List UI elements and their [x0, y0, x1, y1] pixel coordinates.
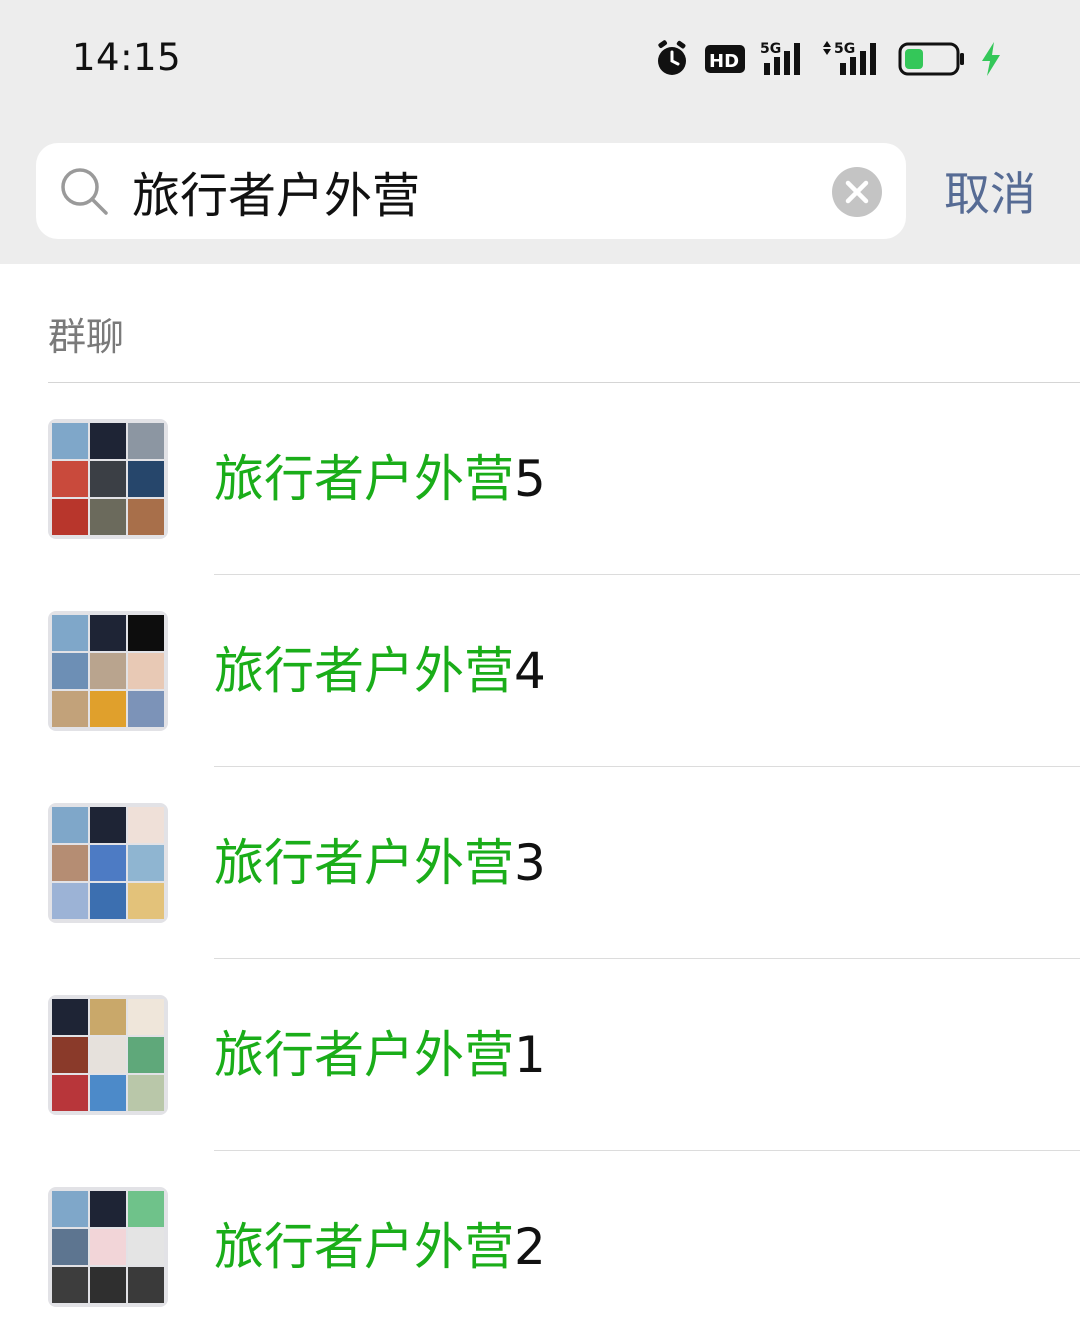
network-label-1: 5G	[760, 41, 781, 57]
group-chat-result[interactable]: 旅行者户外营1	[0, 959, 1080, 1151]
avatar-tile	[128, 999, 164, 1035]
charging-icon	[982, 42, 1000, 76]
name-suffix: 2	[514, 1218, 546, 1276]
avatar-tile	[52, 1075, 88, 1111]
avatar-tile	[52, 1229, 88, 1265]
avatar-tile	[90, 653, 126, 689]
avatar-tile	[90, 1191, 126, 1227]
group-avatar	[48, 995, 168, 1115]
avatar-tile	[90, 999, 126, 1035]
close-icon	[845, 180, 869, 204]
match-highlight: 旅行者户外营	[214, 642, 514, 700]
group-chat-name: 旅行者户外营3	[214, 831, 546, 895]
group-avatar	[48, 611, 168, 731]
avatar-tile	[128, 883, 164, 919]
group-avatar	[48, 419, 168, 539]
group-chat-name: 旅行者户外营2	[214, 1215, 546, 1279]
search-icon	[61, 168, 108, 215]
group-chat-result[interactable]: 旅行者户外营3	[0, 767, 1080, 959]
group-avatar	[48, 803, 168, 923]
avatar-tile	[128, 1229, 164, 1265]
match-highlight: 旅行者户外营	[214, 450, 514, 508]
group-chat-result[interactable]: 旅行者户外营4	[0, 575, 1080, 767]
hd-voice-icon: HD	[705, 45, 745, 73]
avatar-tile	[128, 1267, 164, 1303]
avatar-tile	[90, 1075, 126, 1111]
avatar-tile	[52, 845, 88, 881]
name-suffix: 4	[514, 642, 546, 700]
avatar-tile	[128, 461, 164, 497]
network-label-2: 5G	[834, 41, 855, 57]
group-chat-name: 旅行者户外营4	[214, 639, 546, 703]
search-input[interactable]	[132, 157, 812, 225]
avatar-tile	[90, 845, 126, 881]
status-time: 14:15	[72, 36, 182, 79]
section-label-group-chats: 群聊	[48, 315, 125, 359]
group-chat-result[interactable]: 旅行者户外营2	[0, 1151, 1080, 1343]
group-avatar	[48, 1187, 168, 1307]
avatar-tile	[52, 615, 88, 651]
avatar-tile	[128, 1191, 164, 1227]
match-highlight: 旅行者户外营	[214, 1218, 514, 1276]
avatar-tile	[52, 691, 88, 727]
avatar-tile	[52, 461, 88, 497]
name-suffix: 5	[514, 450, 546, 508]
avatar-tile	[90, 1229, 126, 1265]
5g-signal-icon: 5G	[760, 41, 800, 75]
alarm-icon	[658, 40, 686, 75]
avatar-tile	[128, 1075, 164, 1111]
match-highlight: 旅行者户外营	[214, 1026, 514, 1084]
avatar-tile	[90, 807, 126, 843]
avatar-tile	[90, 615, 126, 651]
avatar-tile	[128, 423, 164, 459]
status-icons: HD 5G 5G	[654, 38, 1002, 80]
avatar-tile	[90, 691, 126, 727]
avatar-tile	[52, 423, 88, 459]
avatar-tile	[52, 999, 88, 1035]
avatar-tile	[52, 883, 88, 919]
avatar-tile	[52, 1267, 88, 1303]
cancel-button[interactable]: 取消	[944, 164, 1036, 224]
avatar-tile	[52, 1191, 88, 1227]
status-bar: 14:15 HD 5G 5G	[0, 0, 1080, 120]
group-chat-result[interactable]: 旅行者户外营5	[0, 383, 1080, 575]
avatar-tile	[52, 807, 88, 843]
avatar-tile	[128, 499, 164, 535]
avatar-tile	[52, 499, 88, 535]
avatar-tile	[128, 807, 164, 843]
clear-search-button[interactable]	[832, 167, 882, 217]
hd-label: HD	[709, 51, 739, 72]
avatar-tile	[128, 615, 164, 651]
avatar-tile	[90, 1267, 126, 1303]
avatar-tile	[90, 1037, 126, 1073]
avatar-tile	[52, 653, 88, 689]
avatar-tile	[90, 423, 126, 459]
group-chat-name: 旅行者户外营5	[214, 447, 546, 511]
battery-icon	[898, 42, 964, 76]
name-suffix: 1	[514, 1026, 546, 1084]
avatar-tile	[90, 883, 126, 919]
search-box	[36, 143, 906, 239]
match-highlight: 旅行者户外营	[214, 834, 514, 892]
avatar-tile	[52, 1037, 88, 1073]
avatar-tile	[90, 499, 126, 535]
avatar-tile	[128, 1037, 164, 1073]
avatar-tile	[90, 461, 126, 497]
group-chat-name: 旅行者户外营1	[214, 1023, 546, 1087]
avatar-tile	[128, 691, 164, 727]
avatar-tile	[128, 845, 164, 881]
name-suffix: 3	[514, 834, 546, 892]
avatar-tile	[128, 653, 164, 689]
5g-signal-data-icon: 5G	[823, 41, 876, 75]
